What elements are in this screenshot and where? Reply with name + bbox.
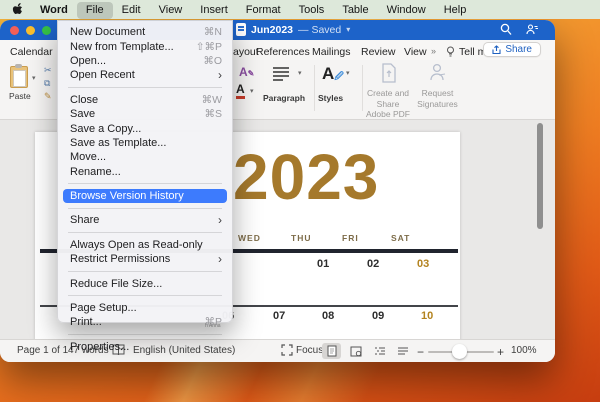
menu-separator (68, 183, 222, 184)
focus-icon[interactable] (281, 344, 293, 356)
weekday-fri: FRI (342, 233, 359, 243)
request-signatures-label[interactable]: Request Signatures (410, 88, 465, 109)
document-title: Jun2023 (251, 24, 293, 36)
zoom-in-button[interactable]: + (497, 345, 504, 359)
menubar-format[interactable]: Format (237, 0, 290, 19)
menu-item-open[interactable]: Open...⌘O (58, 54, 232, 68)
menu-item-close[interactable]: Close⌘W (58, 93, 232, 107)
menu-item-save-a-copy[interactable]: Save a Copy... (58, 121, 232, 135)
menubar-insert[interactable]: Insert (191, 0, 237, 19)
close-window-button[interactable] (10, 26, 19, 35)
menu-separator (68, 334, 222, 335)
outline-view-button[interactable] (370, 343, 389, 359)
copy-icon[interactable]: ⧉ (44, 78, 50, 89)
menu-item-rename[interactable]: Rename... (58, 165, 232, 179)
date-09: 09 (372, 310, 384, 322)
calendar-year-title: 2023 (233, 140, 379, 214)
macos-menu-bar: Word File Edit View Insert Format Tools … (0, 0, 600, 19)
menu-item-page-setup[interactable]: Page Setup... (58, 301, 232, 315)
text-effects-icon[interactable]: A✎ (239, 65, 254, 79)
share-button[interactable]: Share (483, 42, 541, 57)
weekday-sat: SAT (391, 233, 410, 243)
font-color-icon[interactable]: A (236, 82, 245, 99)
menu-separator (68, 295, 222, 296)
more-tabs-icon[interactable]: » (431, 46, 436, 56)
menubar-view[interactable]: View (150, 0, 192, 19)
menubar-help[interactable]: Help (435, 0, 476, 19)
date-03: 03 (417, 258, 429, 270)
minimize-window-button[interactable] (26, 26, 35, 35)
title-chevron-icon[interactable]: ▾ (346, 25, 350, 34)
styles-label[interactable]: Styles (318, 93, 343, 103)
zoom-slider-thumb[interactable] (452, 344, 467, 359)
date-10: 10 (421, 310, 433, 322)
zoom-percentage[interactable]: 100% (511, 345, 537, 356)
date-07: 07 (273, 310, 285, 322)
menu-separator (68, 271, 222, 272)
menu-item-save-as-template[interactable]: Save as Template... (58, 136, 232, 150)
tab-review[interactable]: Review (361, 46, 395, 58)
menu-item-open-recent[interactable]: Open Recent (58, 68, 232, 82)
vertical-scrollbar[interactable] (537, 123, 543, 229)
print-layout-view-button[interactable] (322, 343, 341, 359)
menu-item-move[interactable]: Move... (58, 150, 232, 164)
cut-icon[interactable]: ✂ (44, 65, 52, 76)
menubar-app-word[interactable]: Word (31, 0, 77, 19)
focus-label[interactable]: Focus (296, 345, 323, 356)
web-layout-view-button[interactable] (346, 343, 365, 359)
menubar-edit[interactable]: Edit (113, 0, 150, 19)
date-01: 01 (317, 258, 329, 270)
menu-item-browse-version-history[interactable]: Browse Version History (63, 189, 227, 203)
tab-references[interactable]: References (256, 46, 310, 58)
menu-separator (68, 208, 222, 209)
menu-separator (68, 232, 222, 233)
lightbulb-icon (446, 46, 455, 58)
menu-item-print[interactable]: Print...⌘P (58, 315, 232, 329)
styles-chevron-icon[interactable]: ▾ (346, 69, 350, 77)
draft-view-button[interactable] (393, 343, 412, 359)
paragraph-icon[interactable] (272, 66, 294, 82)
menu-item-always-open-read-only[interactable]: Always Open as Read-only (58, 238, 232, 252)
create-adobe-pdf-icon[interactable] (381, 63, 397, 83)
weekday-wed: WED (238, 233, 261, 243)
menu-item-new-document[interactable]: New Document⌘N (58, 25, 232, 39)
menubar-table[interactable]: Table (333, 0, 377, 19)
menu-item-new-from-template[interactable]: New from Template...⇧⌘P (58, 39, 232, 53)
menu-separator (68, 87, 222, 88)
zoom-window-button[interactable] (42, 26, 51, 35)
apple-menu-icon[interactable] (0, 3, 31, 16)
search-icon[interactable] (500, 23, 512, 36)
request-signatures-icon[interactable] (429, 63, 447, 83)
zoom-out-button[interactable]: − (417, 345, 424, 359)
paste-chevron-icon[interactable]: ▾ (32, 74, 36, 82)
menu-item-save[interactable]: Save⌘S (58, 107, 232, 121)
menubar-file[interactable]: File (77, 2, 113, 19)
save-status: — Saved (298, 24, 341, 36)
paste-icon[interactable] (10, 66, 28, 88)
tab-mailings[interactable]: Mailings (312, 46, 351, 58)
paragraph-chevron-icon[interactable]: ▾ (298, 69, 302, 77)
font-color-chevron-icon[interactable]: ▾ (250, 87, 254, 95)
styles-icon[interactable]: A🖉 (322, 64, 344, 85)
paste-label[interactable]: Paste (9, 91, 31, 101)
menu-item-share[interactable]: Share (58, 213, 232, 227)
menu-item-restrict-permissions[interactable]: Restrict Permissions (58, 252, 232, 266)
desktop: { "menubar": { "items": ["Word", "File",… (0, 0, 600, 402)
share-icon (492, 45, 501, 55)
document-icon (236, 23, 246, 36)
tab-view[interactable]: View (404, 46, 427, 58)
paragraph-label[interactable]: Paragraph (263, 93, 305, 103)
menubar-window[interactable]: Window (378, 0, 435, 19)
menu-item-reduce-file-size[interactable]: Reduce File Size... (58, 276, 232, 290)
date-02: 02 (367, 258, 379, 270)
presence-icon[interactable] (526, 23, 539, 36)
tab-layout-fragment[interactable]: ayout (233, 46, 259, 58)
tab-calendar[interactable]: Calendar (10, 46, 53, 58)
date-08: 08 (322, 310, 334, 322)
menubar-tools[interactable]: Tools (290, 0, 334, 19)
format-painter-icon[interactable]: ✎ (44, 91, 52, 102)
menu-item-properties[interactable]: Properties... (58, 340, 232, 354)
file-menu: New Document⌘N New from Template...⇧⌘P O… (57, 20, 233, 323)
weekday-thu: THU (291, 233, 311, 243)
